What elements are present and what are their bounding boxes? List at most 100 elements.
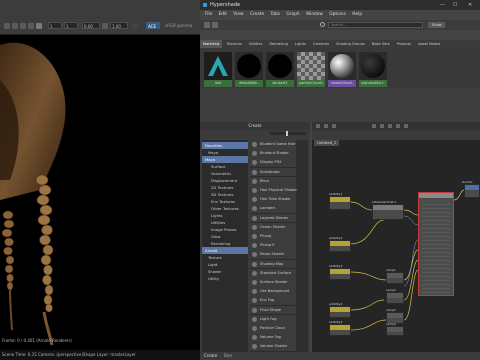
render-icon[interactable] xyxy=(4,23,10,29)
colorspace-label: sRGB gamma xyxy=(165,23,193,28)
node-ramp1[interactable] xyxy=(386,272,404,284)
swatch-lambert1[interactable]: lambert1 xyxy=(266,52,294,87)
node-aiutility4[interactable] xyxy=(329,306,351,318)
node-standard-surface-expanded[interactable] xyxy=(418,192,454,296)
close-icon[interactable]: ✕ xyxy=(468,0,472,10)
create-node-list: Bluebird Game Hair Bluebird Shader Display… xyxy=(250,140,308,353)
create-panel-title: Create xyxy=(200,122,310,130)
tab-bake-sets[interactable]: Bake Sets xyxy=(369,40,393,48)
tree-group[interactable]: Arnold xyxy=(202,247,248,254)
black-sphere-icon xyxy=(266,52,294,80)
snapshot-icon[interactable] xyxy=(20,23,26,29)
tab-shading-groups[interactable]: Shading Groups xyxy=(333,40,368,48)
aces-toggle[interactable]: ACE xyxy=(146,22,160,29)
display-icon[interactable] xyxy=(132,23,138,29)
tree-item[interactable]: Utility xyxy=(208,275,219,282)
menu-create[interactable]: Create xyxy=(250,10,264,20)
node-label: aiUtility1 xyxy=(329,192,343,196)
tree-group[interactable]: Maya xyxy=(202,156,248,163)
show-button[interactable]: Show xyxy=(428,22,446,28)
node-hair-sg[interactable] xyxy=(464,184,480,198)
menu-edit[interactable]: Edit xyxy=(219,10,227,20)
tree-item[interactable]: Env Textures xyxy=(211,198,235,205)
node-label: ramp1 xyxy=(386,268,396,272)
render-viewport[interactable]: 1 1 0.00 1.00 ACE sRGB gamma Frame: 0 / … xyxy=(0,0,200,360)
tab-create[interactable]: Create xyxy=(204,352,217,360)
graph-icon[interactable] xyxy=(204,22,210,28)
swatch-standard-surface[interactable]: standardSurf.. xyxy=(359,52,387,87)
tree-item[interactable]: Displacement xyxy=(211,177,237,184)
create-node-label: Display FRX xyxy=(260,160,282,165)
node-label: aiUtility3 xyxy=(329,264,343,268)
tab-projects[interactable]: Projects xyxy=(394,40,414,48)
tab-asset-nodes[interactable]: Asset Nodes xyxy=(415,40,443,48)
node-aistandardhair[interactable] xyxy=(372,204,404,220)
hair-render-image xyxy=(0,42,66,346)
shader-node-icon xyxy=(252,224,257,230)
dark-sphere-icon xyxy=(359,52,387,80)
swatch-default-material[interactable]: defaultMat.. xyxy=(235,52,263,87)
stop-icon[interactable] xyxy=(28,23,34,29)
tree-item[interactable]: Volumetric xyxy=(211,170,231,177)
shader-node-icon xyxy=(252,280,257,285)
node-aiutility1[interactable] xyxy=(329,196,351,210)
black-sphere-icon xyxy=(235,52,263,80)
rgb-icon[interactable] xyxy=(36,23,42,29)
tree-item[interactable]: Glow xyxy=(211,233,220,240)
window-titlebar[interactable]: Hypershade — ☐ ✕ xyxy=(200,0,480,10)
gamma-field[interactable]: 1.00 xyxy=(110,22,128,29)
swatch-shader-glow[interactable]: shaderGlow1 xyxy=(328,52,356,87)
create-node-label: Bluebird Shader xyxy=(260,151,289,156)
tree-item[interactable]: Shader xyxy=(208,268,221,275)
tab-cameras[interactable]: Cameras xyxy=(310,40,332,48)
tree-group[interactable]: Favorites xyxy=(202,142,248,149)
search-input[interactable]: Search... xyxy=(328,22,423,28)
tab-rendering[interactable]: Rendering xyxy=(267,40,291,48)
node-aiutility3[interactable] xyxy=(329,268,351,280)
tab-textures[interactable]: Textures xyxy=(224,40,245,48)
tree-item[interactable]: Other Textures xyxy=(211,205,239,212)
tree-item[interactable]: Maya xyxy=(208,149,218,156)
browser-empty-area xyxy=(200,88,480,122)
tree-item[interactable]: Light xyxy=(208,261,217,268)
node-label: ramp4 xyxy=(386,322,396,326)
tree-item[interactable]: Lights xyxy=(211,212,222,219)
menu-help[interactable]: Help xyxy=(352,10,362,20)
shader-node-icon xyxy=(252,307,257,313)
create-node-item[interactable]: Volume Shader xyxy=(250,342,296,353)
tab-lights[interactable]: Lights xyxy=(292,40,309,48)
menu-window[interactable]: Window xyxy=(306,10,323,20)
minimize-icon[interactable]: — xyxy=(440,0,445,10)
node-ramp4[interactable] xyxy=(386,326,404,336)
tree-item[interactable]: Surface xyxy=(211,163,225,170)
menu-tabs[interactable]: Tabs xyxy=(271,10,281,20)
tree-item[interactable]: Utilities xyxy=(211,219,225,226)
tab-bins[interactable]: Bins xyxy=(224,352,232,360)
ipr-icon[interactable] xyxy=(12,23,18,29)
menu-file[interactable]: File xyxy=(205,10,212,20)
list-icon[interactable] xyxy=(212,22,218,28)
tree-item[interactable]: 3D Textures xyxy=(211,191,233,198)
exposure-field[interactable]: 0.00 xyxy=(82,22,100,29)
tree-item[interactable]: Image Planes xyxy=(211,226,237,233)
menu-graph[interactable]: Graph xyxy=(286,10,299,20)
node-ramp2[interactable] xyxy=(386,292,404,304)
node-aiutility2[interactable] xyxy=(329,240,351,252)
menu-options[interactable]: Options xyxy=(329,10,346,20)
tree-item[interactable]: Texture xyxy=(208,254,222,261)
size-width-field[interactable]: 1 xyxy=(48,22,62,29)
tree-item[interactable]: Rendering xyxy=(211,240,230,247)
icon-size-slider[interactable] xyxy=(270,131,306,136)
size-height-field[interactable]: 1 xyxy=(64,22,78,29)
create-panel: Create Favorites Maya Maya Surface Volumetri… xyxy=(200,122,310,353)
menu-view[interactable]: View xyxy=(233,10,243,20)
tree-item[interactable]: 2D Textures xyxy=(211,184,233,191)
node-editor[interactable]: Untitled_1 aiUtility1 aiUtility2 aiUtili… xyxy=(312,122,480,352)
node-label: ramp3 xyxy=(386,308,396,312)
swatch-particle-cloud[interactable]: particleCloud1 xyxy=(297,52,325,87)
node-aiutility5[interactable] xyxy=(329,324,351,336)
maximize-icon[interactable]: ☐ xyxy=(453,0,457,10)
swatch-hair[interactable]: Hair xyxy=(204,52,232,87)
tab-utilities[interactable]: Utilities xyxy=(246,40,266,48)
tab-materials[interactable]: Materials xyxy=(200,40,223,48)
